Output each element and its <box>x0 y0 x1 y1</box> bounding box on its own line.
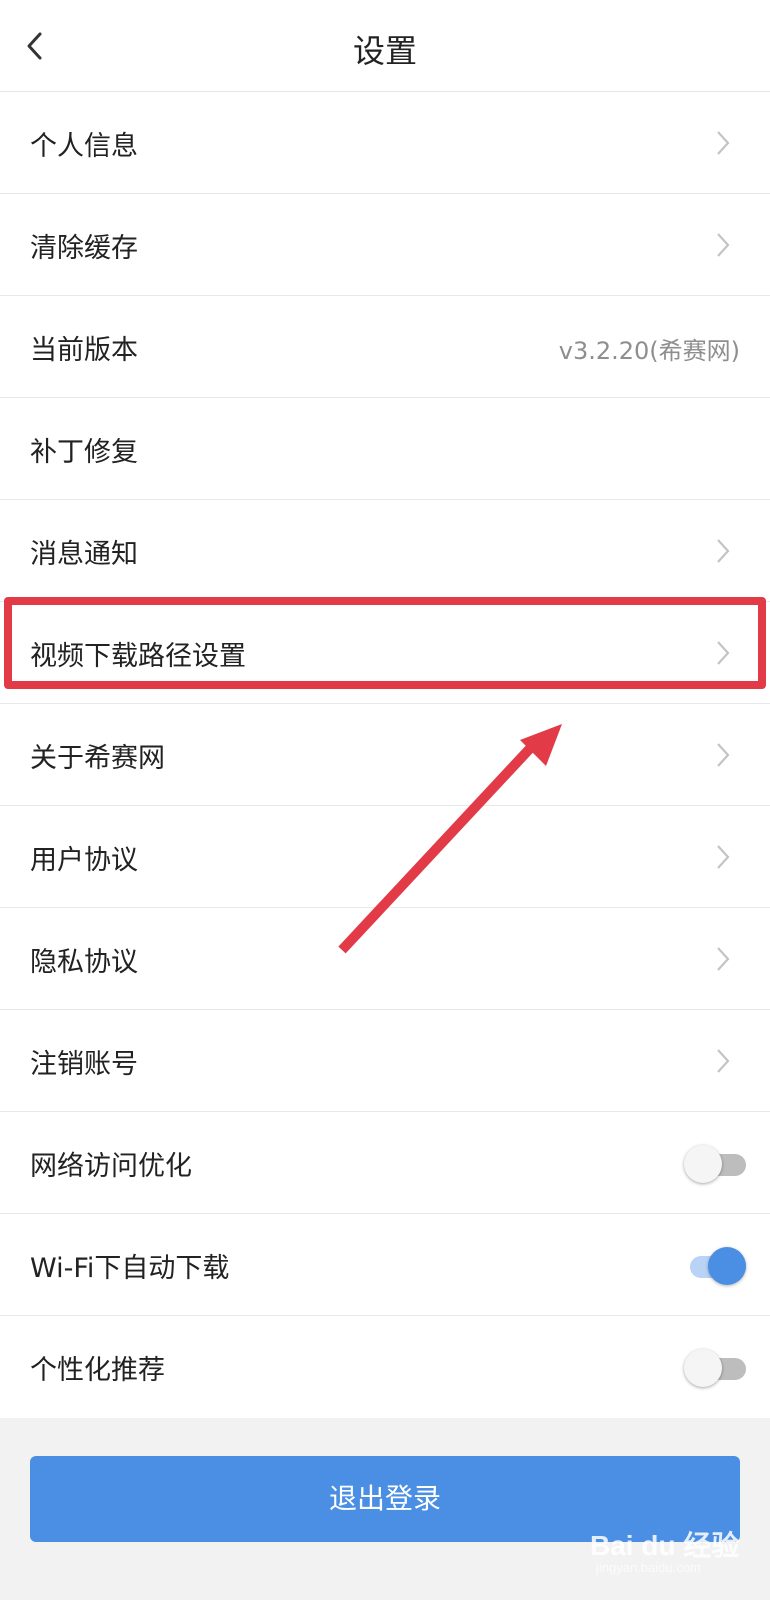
settings-item-label: 隐私协议 <box>30 947 138 978</box>
settings-item-label: 网络访问优化 <box>30 1151 192 1182</box>
version-value: v3.2.20(希赛网) <box>558 337 740 365</box>
logout-button[interactable]: 退出登录 <box>30 1456 740 1542</box>
settings-item-privacy-agreement[interactable]: 隐私协议 <box>0 908 770 1010</box>
chevron-right-icon <box>717 1049 730 1073</box>
page-title: 设置 <box>352 32 417 70</box>
chevron-left-icon <box>27 32 42 60</box>
wifi-auto-download-toggle[interactable] <box>684 1246 748 1286</box>
settings-item-download-path[interactable]: 视频下载路径设置 <box>0 602 770 704</box>
chevron-right-icon <box>717 641 730 665</box>
top-bar: 设置 <box>0 0 770 92</box>
settings-item-personal-info[interactable]: 个人信息 <box>0 92 770 194</box>
settings-item-current-version: 当前版本 v3.2.20(希赛网) <box>0 296 770 398</box>
settings-item-label: 关于希赛网 <box>30 743 165 774</box>
chevron-right-icon <box>717 131 730 155</box>
settings-item-label: Wi-Fi下自动下载 <box>30 1253 230 1284</box>
settings-list: 个人信息 清除缓存 当前版本 v3.2.20(希赛网) 补丁修复 消息通知 视频… <box>0 92 770 1418</box>
settings-item-about[interactable]: 关于希赛网 <box>0 704 770 806</box>
settings-item-label: 消息通知 <box>30 539 138 570</box>
settings-item-label: 补丁修复 <box>30 437 138 468</box>
settings-item-wifi-auto-download: Wi-Fi下自动下载 <box>0 1214 770 1316</box>
chevron-right-icon <box>717 539 730 563</box>
chevron-right-icon <box>717 947 730 971</box>
settings-item-label: 视频下载路径设置 <box>30 641 246 672</box>
chevron-right-icon <box>717 845 730 869</box>
network-optimization-toggle[interactable] <box>684 1144 748 1184</box>
toggle-knob <box>684 1349 722 1387</box>
settings-item-personalized-recommendation: 个性化推荐 <box>0 1316 770 1418</box>
settings-item-label: 清除缓存 <box>30 233 138 264</box>
chevron-right-icon <box>717 233 730 257</box>
settings-item-label: 当前版本 <box>30 335 138 366</box>
settings-item-delete-account[interactable]: 注销账号 <box>0 1010 770 1112</box>
personalized-recommendation-toggle[interactable] <box>684 1348 748 1388</box>
settings-item-label: 注销账号 <box>30 1049 138 1080</box>
toggle-knob <box>684 1145 722 1183</box>
settings-item-label: 用户协议 <box>30 845 138 876</box>
back-button[interactable] <box>20 22 60 70</box>
settings-item-label: 个性化推荐 <box>30 1355 165 1386</box>
settings-item-clear-cache[interactable]: 清除缓存 <box>0 194 770 296</box>
settings-item-network-optimization: 网络访问优化 <box>0 1112 770 1214</box>
toggle-knob <box>708 1247 746 1285</box>
settings-item-patch-repair[interactable]: 补丁修复 <box>0 398 770 500</box>
chevron-right-icon <box>717 743 730 767</box>
watermark-subtext: jingyan.baidu.com <box>596 1560 701 1575</box>
settings-item-label: 个人信息 <box>30 131 138 162</box>
settings-item-notifications[interactable]: 消息通知 <box>0 500 770 602</box>
settings-item-user-agreement[interactable]: 用户协议 <box>0 806 770 908</box>
